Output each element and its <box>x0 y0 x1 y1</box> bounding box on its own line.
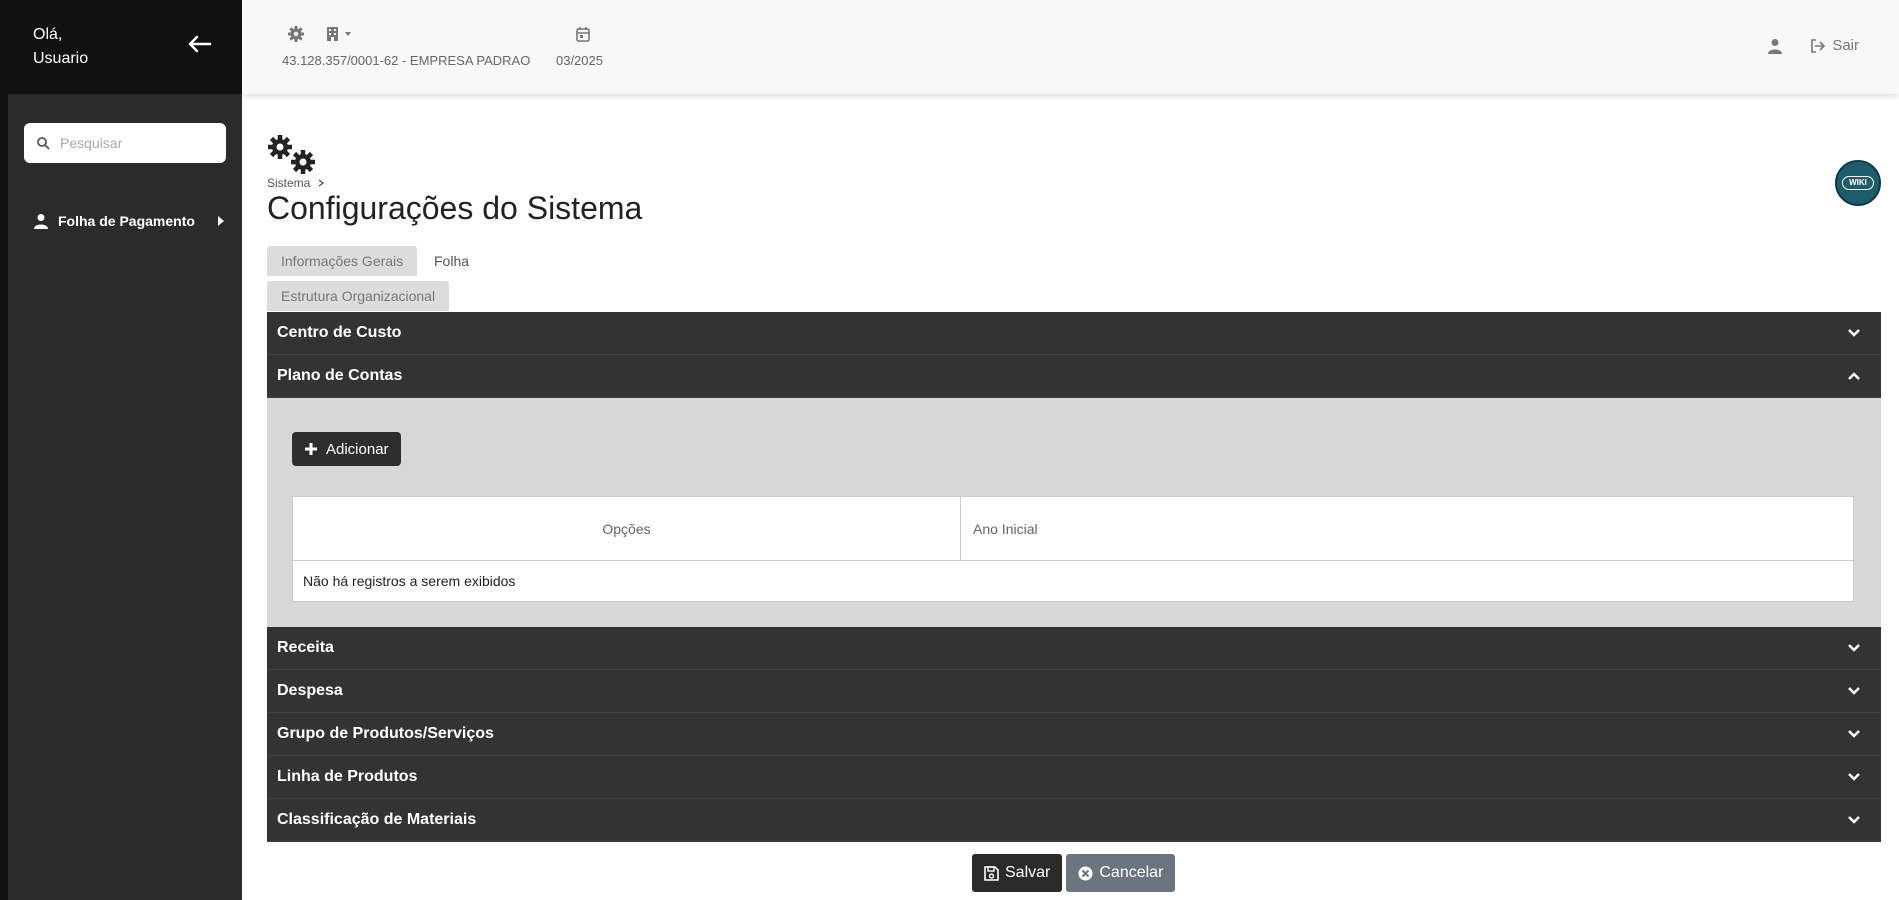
breadcrumb-item-sistema[interactable]: Sistema <box>267 176 310 190</box>
chevron-up-icon <box>1848 372 1860 380</box>
wiki-button[interactable]: WIKI <box>1835 160 1881 206</box>
tab-folha[interactable]: Folha <box>420 246 483 276</box>
greeting-line-2: Usuario <box>33 50 89 67</box>
column-header-opcoes[interactable]: Opções <box>293 497 961 560</box>
company-label: 43.128.357/0001-62 - EMPRESA PADRAO <box>282 53 531 68</box>
sidebar: Olá, Usuario Folha de Pagamento <box>0 0 242 900</box>
user-icon <box>34 214 48 229</box>
accordion-title: Plano de Contas <box>277 367 403 384</box>
accordion-title: Receita <box>277 639 334 656</box>
tab-informacoes-gerais[interactable]: Informações Gerais <box>267 246 418 276</box>
form-actions: Salvar Cancelar <box>972 854 1176 892</box>
table-empty-message: Não há registros a serem exibidos <box>303 573 516 589</box>
accordion-header-receita[interactable]: Receita <box>267 627 1881 670</box>
accordion-body-plano-de-contas: Adicionar Opções Ano Inicial Não há regi… <box>267 398 1881 627</box>
accordion-header-grupo-de-produtos-servicos[interactable]: Grupo de Produtos/Serviços <box>267 713 1881 756</box>
building-dropdown-icon[interactable] <box>326 26 354 42</box>
chevron-down-icon <box>1848 816 1860 824</box>
accordion-title: Centro de Custo <box>277 324 402 341</box>
add-button[interactable]: Adicionar <box>292 432 401 466</box>
save-button[interactable]: Salvar <box>972 854 1063 892</box>
search-icon <box>37 137 50 150</box>
save-label: Salvar <box>1005 864 1051 881</box>
search-input[interactable] <box>60 132 218 154</box>
period-label: 03/2025 <box>556 53 603 68</box>
chevron-down-icon <box>1848 773 1860 781</box>
sidebar-item-label: Folha de Pagamento <box>58 213 195 229</box>
caret-right-icon <box>218 216 224 226</box>
gear-icon[interactable] <box>288 26 304 42</box>
wiki-label: WIKI <box>1842 176 1874 190</box>
accordion-header-despesa[interactable]: Despesa <box>267 670 1881 713</box>
accordion-title: Classificação de Materiais <box>277 811 477 828</box>
gears-icon <box>268 135 315 174</box>
chevron-down-icon <box>1848 687 1860 695</box>
table-header: Opções Ano Inicial <box>293 497 1853 561</box>
save-icon <box>984 865 999 881</box>
page-title: Configurações do Sistema <box>267 190 643 226</box>
user-greeting: Olá, Usuario <box>33 23 88 71</box>
chevron-down-icon <box>1848 644 1860 652</box>
logout-label: Sair <box>1832 37 1859 54</box>
accordion-title: Linha de Produtos <box>277 768 418 785</box>
plano-de-contas-table: Opções Ano Inicial Não há registros a se… <box>292 496 1854 602</box>
sidebar-item-folha-de-pagamento[interactable]: Folha de Pagamento <box>34 208 224 234</box>
accordion-header-plano-de-contas[interactable]: Plano de Contas <box>267 355 1881 398</box>
accordion: Centro de Custo Plano de Contas Adiciona… <box>267 312 1881 842</box>
add-label: Adicionar <box>326 440 389 458</box>
logout-button[interactable]: Sair <box>1810 37 1859 54</box>
accordion-header-centro-de-custo[interactable]: Centro de Custo <box>267 312 1881 355</box>
sidebar-search <box>24 123 226 163</box>
chevron-down-icon <box>1848 329 1860 337</box>
cancel-label: Cancelar <box>1099 864 1164 881</box>
plus-icon <box>305 443 317 455</box>
tab-estrutura-organizacional[interactable]: Estrutura Organizacional <box>267 281 450 311</box>
calendar-icon[interactable] <box>576 26 590 42</box>
top-bar: 43.128.357/0001-62 - EMPRESA PADRAO 03/2… <box>242 0 1899 94</box>
user-profile-icon[interactable] <box>1768 38 1782 54</box>
accordion-title: Despesa <box>277 682 343 699</box>
accordion-header-linha-de-produtos[interactable]: Linha de Produtos <box>267 756 1881 799</box>
chevron-right-icon <box>318 179 325 187</box>
greeting-line-1: Olá, <box>33 26 63 43</box>
accordion-header-classificacao-de-materiais[interactable]: Classificação de Materiais <box>267 799 1881 842</box>
cancel-button[interactable]: Cancelar <box>1066 854 1176 892</box>
collapse-sidebar-arrow-icon[interactable] <box>186 32 216 56</box>
sign-out-icon <box>1811 38 1826 53</box>
close-circle-icon <box>1078 866 1093 880</box>
column-header-ano-inicial[interactable]: Ano Inicial <box>961 497 1038 560</box>
sidebar-header: Olá, Usuario <box>8 0 242 94</box>
breadcrumb: Sistema <box>267 176 325 190</box>
chevron-down-icon <box>1848 730 1860 738</box>
accordion-title: Grupo de Produtos/Serviços <box>277 725 494 742</box>
